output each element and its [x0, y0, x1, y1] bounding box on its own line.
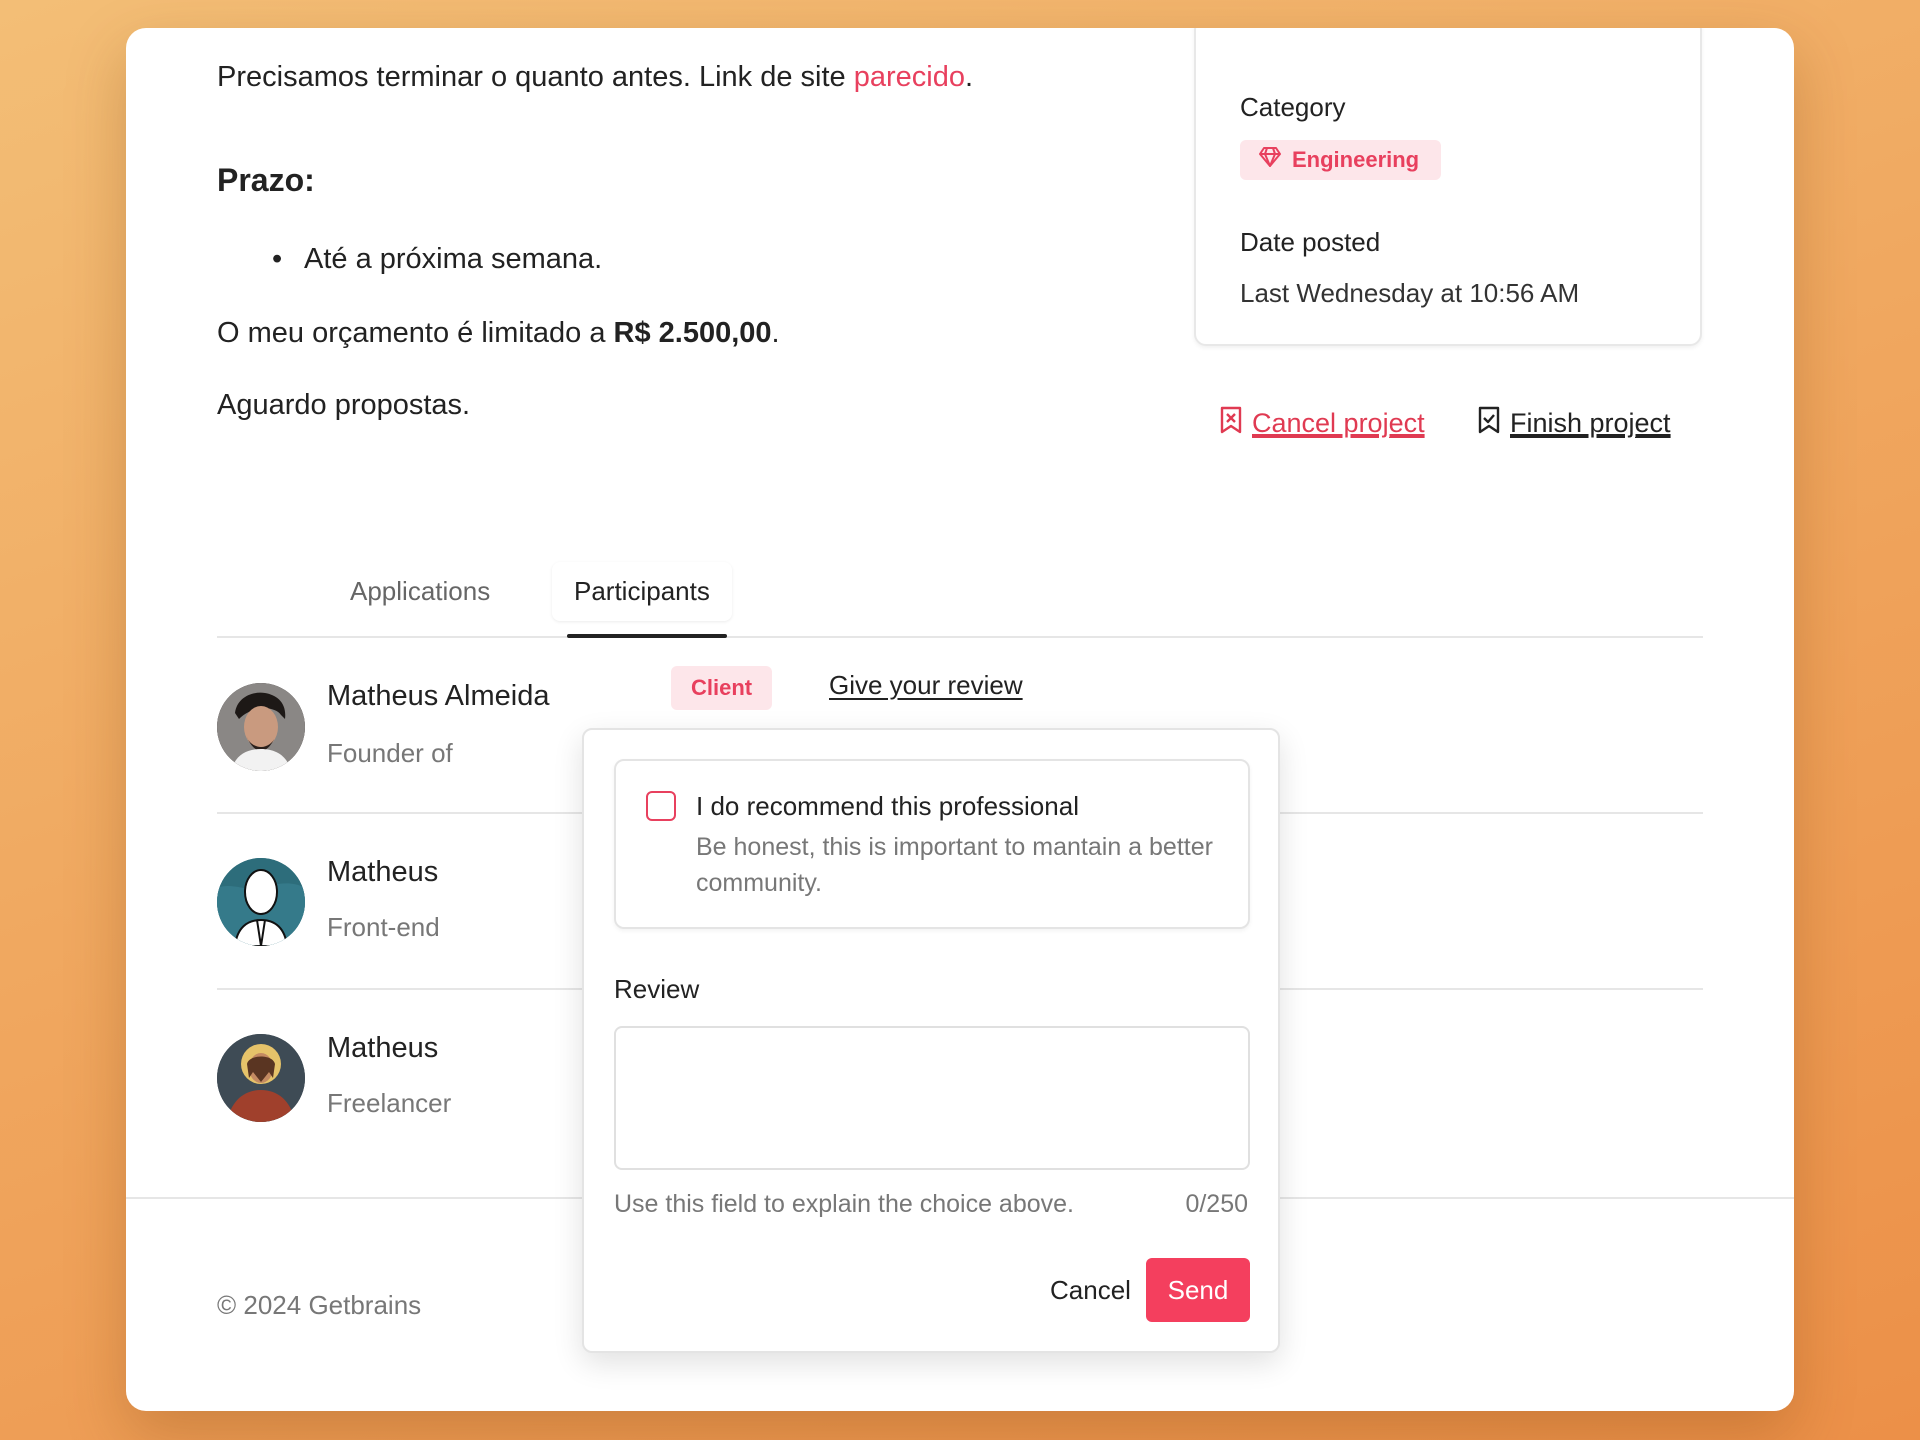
review-textarea[interactable] [614, 1026, 1250, 1170]
finish-project-label: Finish project [1510, 408, 1671, 438]
bookmark-x-icon [1220, 406, 1242, 441]
recommend-label: I do recommend this professional [696, 791, 1079, 821]
diamond-icon [1258, 146, 1282, 174]
budget-text: O meu orçamento é limitado a [217, 317, 614, 349]
date-posted-value: Last Wednesday at 10:56 AM [1240, 278, 1580, 308]
app-window: Precisamos terminar o quanto antes. Link… [126, 28, 1794, 1411]
project-info-card: Category Engineering Date posted Last We… [1194, 28, 1702, 346]
deadline-item: Até a próxima semana. [272, 243, 602, 276]
client-badge: Client [671, 666, 773, 710]
avatar [217, 1034, 305, 1122]
cancel-project-link[interactable]: Cancel project [1220, 406, 1425, 441]
recommend-option[interactable]: I do recommend this professional Be hone… [614, 759, 1250, 929]
give-review-link[interactable]: Give your review [829, 670, 1023, 701]
character-counter: 0/250 [1185, 1190, 1248, 1218]
participant-role: Front-end [327, 912, 440, 942]
participant-name: Matheus Almeida [327, 680, 550, 712]
intro-text: Precisamos terminar o quanto antes. Link… [217, 61, 854, 93]
participant-name: Matheus [327, 1032, 439, 1064]
category-value: Engineering [1292, 147, 1420, 172]
deadline-heading: Prazo: [217, 162, 315, 198]
review-label: Review [614, 974, 700, 1004]
category-label: Category [1240, 92, 1346, 122]
date-posted-label: Date posted [1240, 227, 1381, 257]
cancel-button[interactable]: Cancel [1032, 1258, 1149, 1322]
closing-paragraph: Aguardo propostas. [217, 389, 471, 421]
recommend-help-text: Be honest, this is important to mantain … [696, 833, 1213, 898]
avatar [217, 683, 305, 771]
bookmark-check-icon [1478, 406, 1500, 441]
avatar [217, 858, 305, 946]
intro-end: . [964, 61, 974, 93]
send-button[interactable]: Send [1146, 1258, 1250, 1322]
cancel-project-label: Cancel project [1252, 408, 1425, 438]
tab-participants[interactable]: Participants [552, 562, 732, 621]
recommend-checkbox[interactable] [646, 791, 676, 821]
copyright-text: © 2024 Getbrains [217, 1290, 422, 1320]
similar-site-link[interactable]: parecido [854, 61, 965, 93]
participant-role: Freelancer [327, 1088, 452, 1118]
category-badge: Engineering [1240, 140, 1442, 180]
participant-name: Matheus [327, 856, 439, 888]
budget-value: R$ 2.500,00 [613, 317, 772, 349]
finish-project-link[interactable]: Finish project [1478, 406, 1671, 441]
review-popover: I do recommend this professional Be hone… [582, 728, 1280, 1353]
review-hint: Use this field to explain the choice abo… [614, 1190, 1074, 1218]
budget-paragraph: O meu orçamento é limitado a R$ 2.500,00… [217, 316, 780, 351]
deadline-list: Até a próxima semana. [272, 243, 602, 276]
intro-paragraph: Precisamos terminar o quanto antes. Link… [217, 60, 973, 95]
budget-end: . [771, 317, 780, 349]
participant-role: Founder of [327, 738, 453, 768]
tab-applications[interactable]: Applications [350, 576, 490, 607]
